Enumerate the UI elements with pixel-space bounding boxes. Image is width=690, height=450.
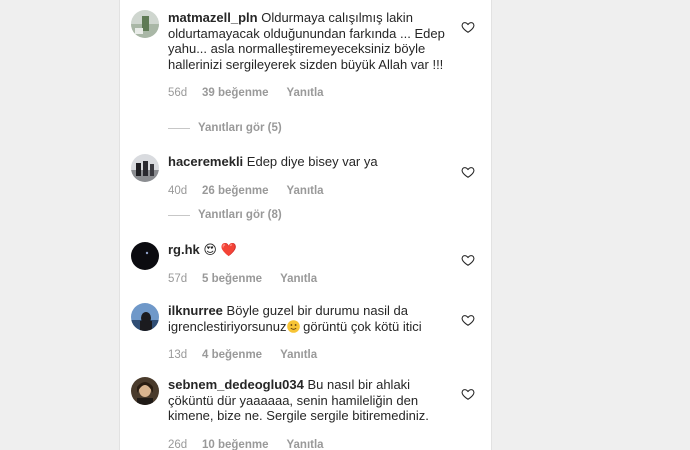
comment-username[interactable]: matmazell_pln (168, 10, 258, 25)
comment-username[interactable]: ilknurree (168, 303, 223, 318)
avatar[interactable] (131, 377, 159, 405)
heart-outline-icon[interactable] (461, 253, 475, 267)
avatar[interactable] (131, 303, 159, 331)
comment-body: matmazell_pln Oldurmaya calışılmış lakin… (168, 10, 450, 102)
comment-username[interactable]: rg.hk (168, 242, 200, 257)
comment-age: 56d (168, 87, 188, 99)
view-replies-label: Yanıtları gör (8) (198, 209, 282, 221)
comment-meta: 13d 4 beğenme Yanıtla (168, 348, 450, 364)
avatar[interactable] (131, 154, 159, 182)
heart-outline-icon[interactable] (461, 20, 475, 34)
comment-body: ilknurree Böyle guzel bir durumu nasil d… (168, 303, 450, 364)
comment-body: sebnem_dedeoglu034 Bu nasıl bir ahlaki ç… (168, 377, 450, 450)
reply-button[interactable]: Yanıtla (280, 348, 317, 364)
comment-username[interactable]: sebnem_dedeoglu034 (168, 377, 304, 392)
likes-count[interactable]: 4 beğenme (202, 348, 262, 364)
heart-outline-icon[interactable] (461, 165, 475, 179)
likes-count[interactable]: 26 beğenme (202, 184, 268, 200)
slightly-smiling-face-emoji (286, 319, 300, 333)
comments-panel: matmazell_pln Oldurmaya calışılmış lakin… (119, 0, 492, 450)
view-replies-button[interactable]: Yanıtları gör (8) (168, 209, 282, 221)
comment-meta: 40d 26 beğenme Yanıtla (168, 184, 450, 200)
divider-line (168, 214, 190, 216)
divider-line (168, 127, 190, 129)
comment-age: 57d (168, 272, 188, 285)
comment-age: 40d (168, 184, 188, 197)
reply-button[interactable]: Yanıtla (280, 272, 317, 288)
view-replies-button[interactable]: Yanıtları gör (5) (168, 122, 282, 134)
likes-count[interactable]: 5 beğenme (202, 272, 262, 288)
comment-age: 13d (168, 349, 188, 361)
comment-body: haceremekli Edep diye bisey var ya 40d 2… (168, 154, 450, 199)
comment-meta: 26d 10 beğenme Yanıtla (168, 438, 450, 450)
comment-body: rg.hk 😍 ❤️ 57d 5 beğenme Yanıtla (168, 242, 450, 287)
reply-button[interactable]: Yanıtla (286, 438, 323, 450)
reply-button[interactable]: Yanıtla (286, 86, 323, 102)
likes-count[interactable]: 10 beğenme (202, 438, 268, 450)
comment-meta: 57d 5 beğenme Yanıtla (168, 272, 450, 288)
avatar[interactable] (131, 10, 159, 38)
heart-outline-icon[interactable] (461, 387, 475, 401)
comment-age: 26d (168, 438, 188, 450)
comment-meta: 56d 39 beğenme Yanıtla (168, 86, 450, 102)
comment-username[interactable]: haceremekli (168, 154, 243, 169)
likes-count[interactable]: 39 beğenme (202, 86, 268, 102)
heart-outline-icon[interactable] (461, 313, 475, 327)
comment-text: Edep diye bisey var ya (246, 154, 378, 169)
reply-button[interactable]: Yanıtla (286, 184, 323, 200)
comment-text-end: görüntü çok kötü itici (299, 318, 422, 334)
comment-text: 😍 ❤️ (203, 242, 237, 257)
avatar[interactable] (131, 242, 159, 270)
view-replies-label: Yanıtları gör (5) (198, 122, 282, 134)
